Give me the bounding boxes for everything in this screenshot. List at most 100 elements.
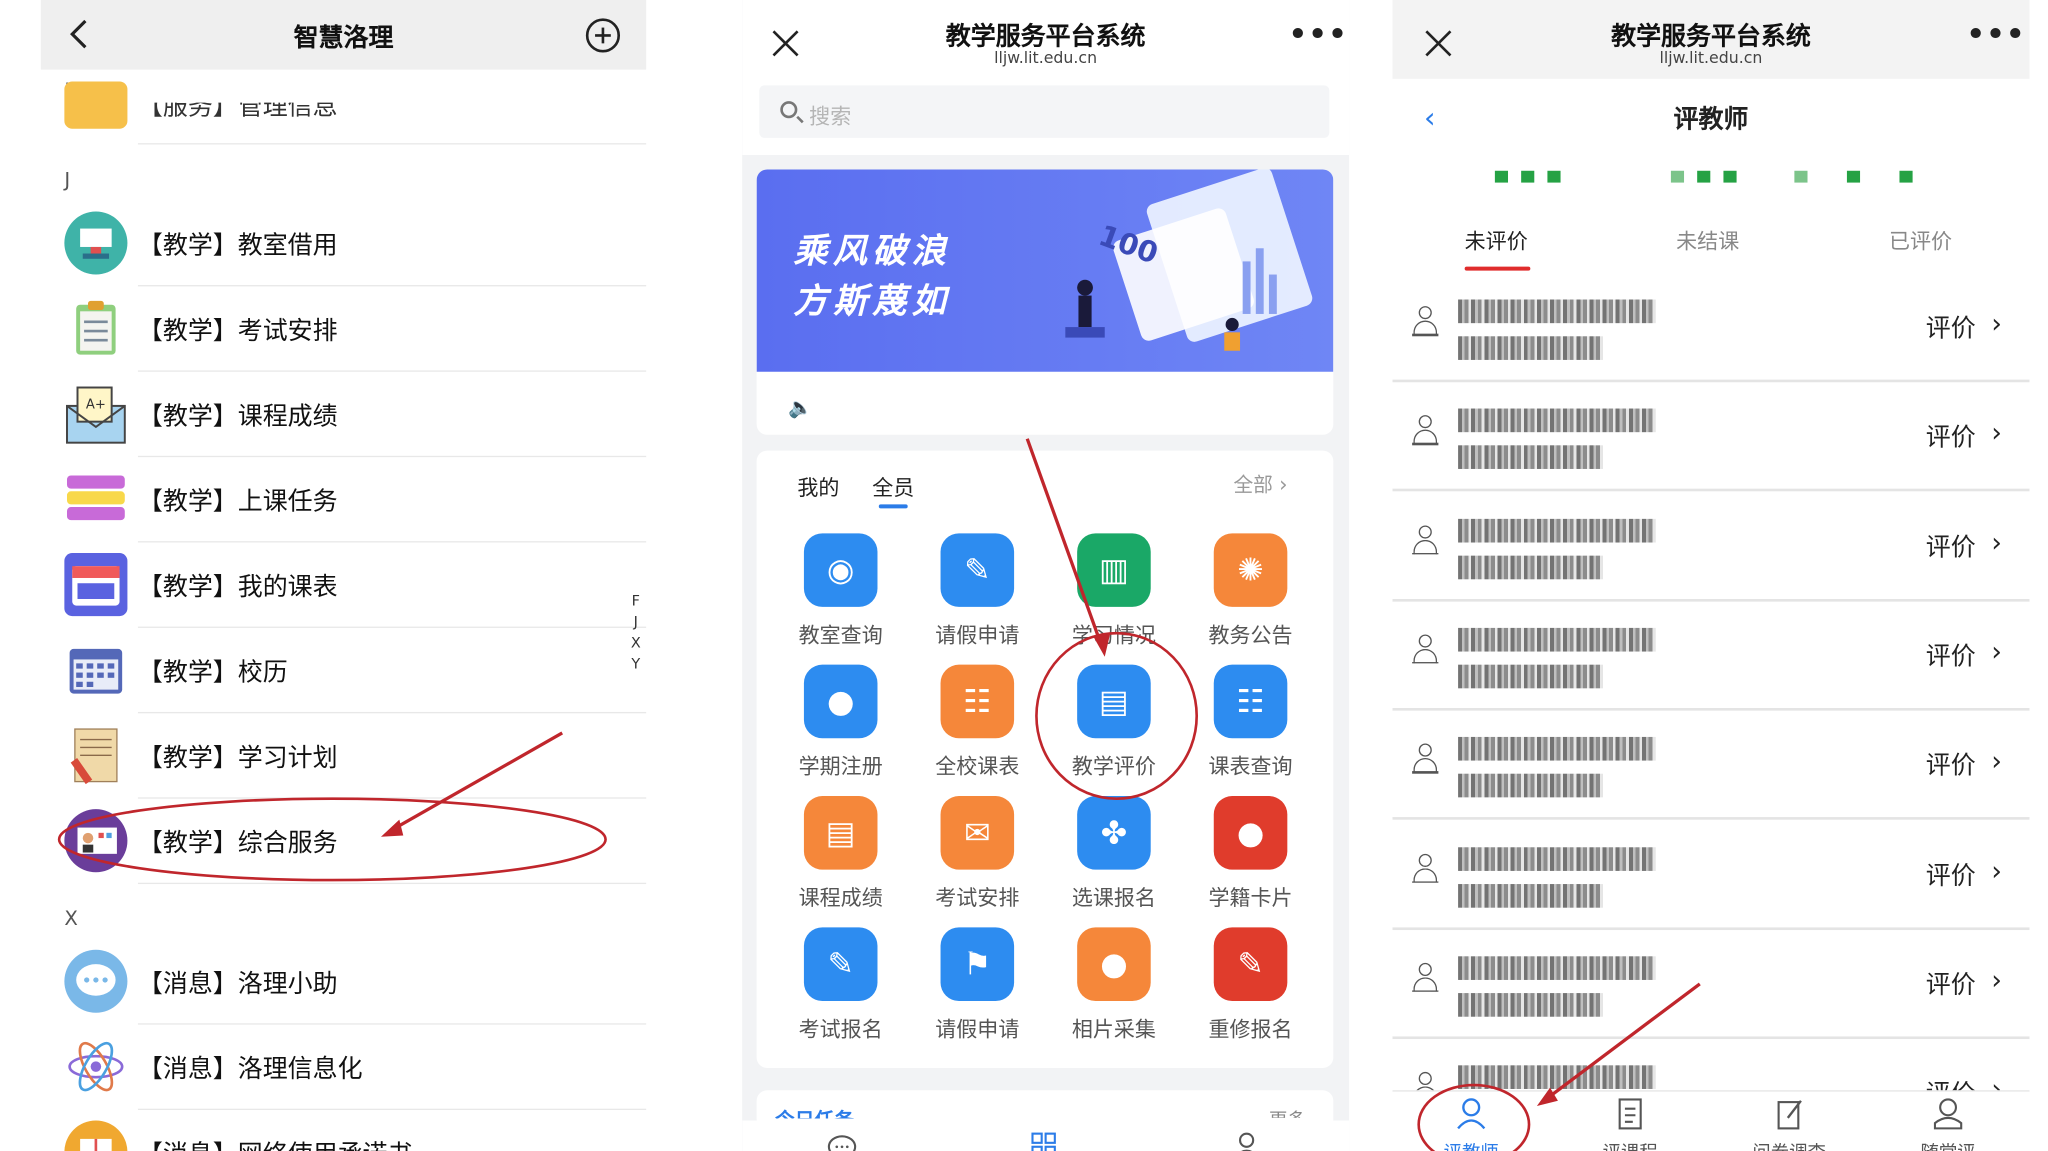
teacher-board-icon bbox=[64, 809, 128, 873]
tab-all-members[interactable]: 全员 bbox=[872, 470, 914, 502]
tab-in-class-evaluation[interactable]: 随堂评 bbox=[1882, 1097, 2013, 1151]
list-item[interactable]: 【服务】管理信息 bbox=[41, 81, 647, 145]
grid-item-label: 课程成绩 bbox=[798, 885, 883, 911]
evaluate-button[interactable]: 评价 bbox=[1926, 528, 1976, 563]
person-icon bbox=[1412, 524, 1439, 559]
person-icon bbox=[1412, 634, 1439, 668]
tab-mine[interactable]: 我的 bbox=[797, 470, 839, 502]
course-name-redacted bbox=[1458, 299, 1656, 324]
course-doc-icon bbox=[1618, 1098, 1642, 1130]
grid-item-label: 学习情况 bbox=[1071, 622, 1156, 648]
search-input[interactable]: 搜索 bbox=[759, 85, 1330, 138]
evaluate-button[interactable]: 评价 bbox=[1926, 418, 1976, 453]
index-letter[interactable]: Y bbox=[627, 654, 645, 675]
grid-item[interactable]: ✉ 考试安排 bbox=[909, 796, 1046, 922]
grid-item[interactable]: ⚑ 请假申请 bbox=[909, 927, 1046, 1053]
list-item-network-pledge[interactable]: 【消息】网络使用承诺书 bbox=[41, 1110, 647, 1151]
evaluation-row[interactable]: 评价 › bbox=[1392, 819, 2030, 930]
grid-item[interactable]: ● 学籍卡片 bbox=[1182, 796, 1319, 922]
tab-evaluate-course[interactable]: 评课程 bbox=[1564, 1097, 1695, 1151]
course-name-redacted bbox=[1458, 846, 1656, 871]
evaluate-button[interactable]: 评价 bbox=[1926, 746, 1976, 781]
evaluation-row[interactable]: 评价 › bbox=[1392, 928, 2030, 1039]
grid-item-label: 请假申请 bbox=[935, 1016, 1020, 1042]
list-item-informatization[interactable]: 【消息】洛理信息化 bbox=[41, 1025, 647, 1110]
list-item-my-timetable[interactable]: 【教学】我的课表 bbox=[41, 543, 647, 628]
page-title: 教学服务平台系统 bbox=[945, 22, 1146, 52]
schedule-query-icon: ☷ bbox=[1213, 664, 1288, 739]
evaluate-button[interactable]: 评价 bbox=[1926, 965, 1976, 1000]
grid-item-label: 学籍卡片 bbox=[1208, 885, 1293, 911]
list-item-comprehensive-service[interactable]: 【教学】综合服务 bbox=[41, 799, 647, 885]
in-class-user-icon bbox=[1933, 1098, 1963, 1130]
section-letter-j: J bbox=[64, 168, 71, 192]
grid-item[interactable]: ▤ 教学评价 bbox=[1046, 664, 1183, 791]
evaluation-row[interactable]: 评价 › bbox=[1392, 600, 2030, 711]
active-tab-indicator bbox=[878, 504, 908, 509]
tab-label: 评教师 bbox=[1406, 1139, 1537, 1151]
section-letter-x: X bbox=[64, 906, 78, 931]
grid-item[interactable]: ☷ 课表查询 bbox=[1182, 664, 1319, 791]
grid-item[interactable]: ✎ 请假申请 bbox=[909, 533, 1046, 659]
evaluation-row[interactable]: 评价 › bbox=[1392, 491, 2030, 602]
grid-item-label: 课表查询 bbox=[1208, 754, 1293, 779]
divider bbox=[137, 143, 647, 145]
list-item-course-grades[interactable]: A+ 【教学】课程成绩 bbox=[41, 372, 647, 458]
more-options-icon[interactable]: ••• bbox=[1966, 18, 2025, 51]
view-all-link[interactable]: 全部 › bbox=[1233, 470, 1287, 498]
search-placeholder: 搜索 bbox=[809, 103, 852, 129]
list-item-classroom-borrow[interactable]: 【教学】教室借用 bbox=[41, 201, 647, 287]
list-item-exam-arrangement[interactable]: 【教学】考试安排 bbox=[41, 286, 647, 372]
add-circle-icon[interactable] bbox=[585, 18, 621, 53]
grid-item-label: 教务公告 bbox=[1208, 622, 1293, 648]
list-item-school-calendar[interactable]: 【教学】校历 bbox=[41, 628, 647, 714]
more-options-icon[interactable]: ••• bbox=[1289, 18, 1348, 51]
icon-glyph: ▥ bbox=[1099, 551, 1129, 589]
tab-course-not-ended[interactable]: 未结课 bbox=[1676, 223, 1739, 255]
icon-glyph: ☷ bbox=[963, 683, 992, 720]
evaluation-row[interactable]: 评价 › bbox=[1392, 710, 2030, 820]
tab-evaluate-teacher[interactable]: 评教师 bbox=[1406, 1097, 1537, 1151]
evaluate-button[interactable]: 评价 bbox=[1926, 637, 1976, 672]
grid-item[interactable]: ✺ 教务公告 bbox=[1182, 533, 1319, 659]
message-tab-icon[interactable] bbox=[826, 1131, 858, 1151]
grid-item[interactable]: ✤ 选课报名 bbox=[1046, 796, 1183, 922]
grid-item[interactable]: ▤ 课程成绩 bbox=[772, 796, 909, 922]
evaluate-button[interactable]: 评价 bbox=[1926, 856, 1976, 891]
apps-tab-icon[interactable] bbox=[1030, 1131, 1059, 1151]
profile-tab-icon[interactable] bbox=[1232, 1131, 1261, 1151]
active-tab-indicator bbox=[1464, 266, 1531, 271]
grid-item[interactable]: ✎ 重修报名 bbox=[1182, 927, 1319, 1053]
grid-item[interactable]: ☷ 全校课表 bbox=[909, 664, 1046, 791]
tab-not-evaluated[interactable]: 未评价 bbox=[1465, 223, 1528, 255]
grid-item[interactable]: ▥ 学习情况 bbox=[1046, 533, 1183, 659]
evaluate-button[interactable]: 评价 bbox=[1926, 309, 1976, 344]
list-item-study-plan[interactable]: 【教学】学习计划 bbox=[41, 713, 647, 799]
photo-collect-icon: ● bbox=[1077, 927, 1151, 1001]
banner-image[interactable]: 乘风破浪 方斯蔑如 100 bbox=[756, 169, 1334, 372]
index-letter[interactable]: X bbox=[627, 633, 645, 654]
tab-questionnaire[interactable]: 问卷调查 bbox=[1723, 1097, 1854, 1151]
alphabet-index[interactable]: F J X Y bbox=[627, 591, 645, 675]
grid-item[interactable]: ● 学期注册 bbox=[772, 664, 909, 791]
grid-item[interactable]: ✎ 考试报名 bbox=[772, 927, 909, 1053]
grid-item[interactable]: ◉ 教室查询 bbox=[772, 533, 909, 659]
index-letter[interactable]: F bbox=[627, 591, 645, 612]
evaluation-row[interactable]: 评价 › bbox=[1392, 272, 2030, 383]
grid-item[interactable]: ● 相片采集 bbox=[1046, 927, 1183, 1053]
book-icon bbox=[64, 1120, 128, 1151]
bottom-tab-bar bbox=[742, 1120, 1350, 1151]
grade-doc-icon: ▤ bbox=[803, 796, 878, 870]
list-item-class-tasks[interactable]: 【教学】上课任务 bbox=[41, 457, 647, 543]
list-item-label: 【教学】校历 bbox=[137, 658, 288, 688]
index-letter[interactable]: J bbox=[627, 612, 645, 633]
atom-icon bbox=[64, 1035, 128, 1099]
icon-glyph: ● bbox=[1100, 945, 1128, 983]
list-item-assistant[interactable]: 【消息】洛理小助 bbox=[41, 939, 647, 1025]
tab-evaluated[interactable]: 已评价 bbox=[1889, 223, 1952, 255]
timetable-icon: ☷ bbox=[940, 664, 1015, 739]
grid-item-label: 考试安排 bbox=[935, 885, 1020, 911]
icon-glyph: ● bbox=[826, 683, 855, 720]
evaluation-row[interactable]: 评价 › bbox=[1392, 381, 2030, 492]
grid-item-label: 请假申请 bbox=[935, 622, 1020, 648]
